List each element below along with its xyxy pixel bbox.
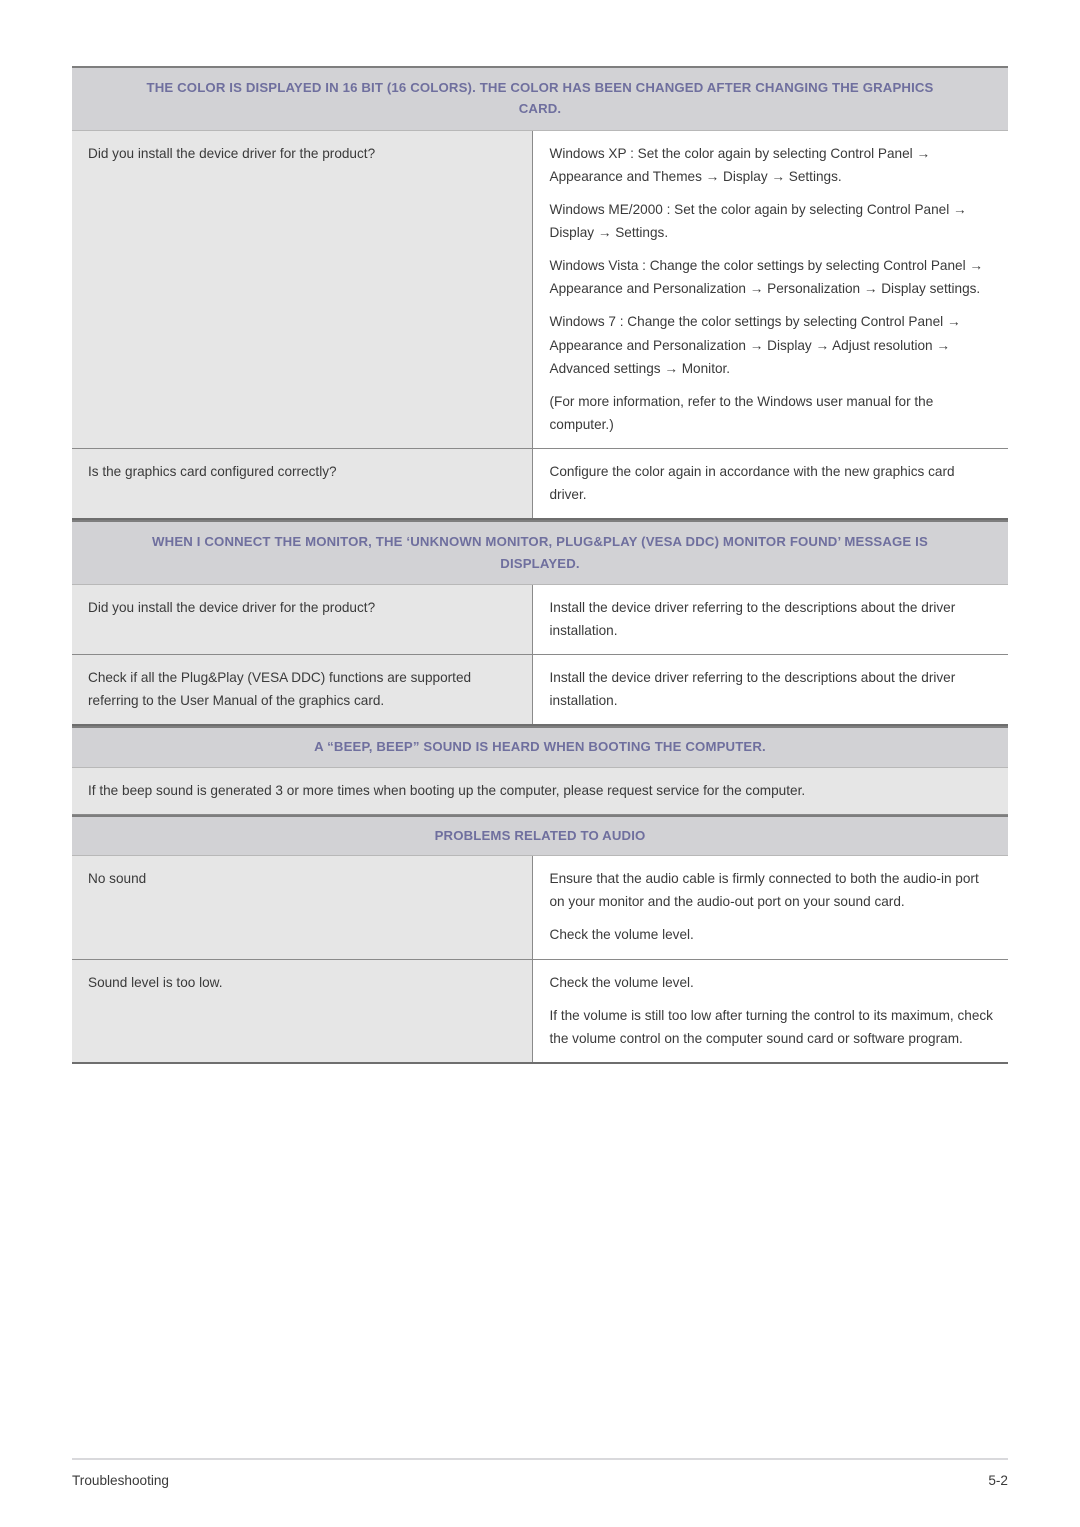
troubleshooting-table-color: THE COLOR IS DISPLAYED IN 16 BIT (16 COL… — [72, 65, 1008, 521]
section-heading-row: THE COLOR IS DISPLAYED IN 16 BIT (16 COL… — [72, 65, 1008, 131]
section-heading-plugplay: WHEN I CONNECT THE MONITOR, THE ‘UNKNOWN… — [72, 520, 1008, 585]
question-cell: Sound level is too low. — [72, 959, 532, 1064]
question-cell: Did you install the device driver for th… — [72, 584, 532, 656]
question-cell: Is the graphics card configured correctl… — [72, 448, 532, 521]
answer-paragraph: (For more information, refer to the Wind… — [549, 393, 934, 432]
answer-paragraph: Install the device driver referring to t… — [549, 670, 956, 709]
troubleshooting-table-beep: A “BEEP, BEEP” SOUND IS HEARD WHEN BOOTI… — [72, 726, 1008, 815]
answer-paragraph: Windows ME/2000 : Set the color again by… — [549, 201, 967, 241]
troubleshooting-content: THE COLOR IS DISPLAYED IN 16 BIT (16 COL… — [72, 65, 1009, 1064]
footer-row: Troubleshooting 5-2 — [72, 1460, 1008, 1488]
table-row: Check if all the Plug&Play (VESA DDC) fu… — [72, 654, 1008, 727]
question-cell: Did you install the device driver for th… — [72, 130, 532, 449]
answer-cell: Windows XP : Set the color again by sele… — [531, 130, 1008, 449]
answer-paragraph: Check the volume level. — [549, 927, 694, 943]
troubleshooting-table-audio: PROBLEMS RELATED TO AUDIO No sound Ensur… — [72, 814, 1009, 1064]
footer-page-number: 5-2 — [988, 1473, 1008, 1488]
table-row-note: If the beep sound is generated 3 or more… — [72, 767, 1008, 815]
section-heading-row: PROBLEMS RELATED TO AUDIO — [72, 814, 1009, 857]
section-heading-beep: A “BEEP, BEEP” SOUND IS HEARD WHEN BOOTI… — [72, 726, 1008, 768]
answer-paragraph: If the volume is still too low after tur… — [549, 1007, 993, 1046]
answer-paragraph: Ensure that the audio cable is firmly co… — [549, 871, 979, 910]
answer-paragraph: Windows 7 : Change the color settings by… — [549, 314, 961, 376]
answer-cell: Ensure that the audio cable is firmly co… — [531, 855, 1009, 960]
answer-paragraph: Configure the color again in accordance … — [549, 463, 955, 503]
section-heading-color: THE COLOR IS DISPLAYED IN 16 BIT (16 COL… — [72, 65, 1008, 131]
table-row: Did you install the device driver for th… — [72, 130, 1008, 449]
table-row: Did you install the device driver for th… — [72, 584, 1008, 656]
footer-section-label: Troubleshooting — [72, 1473, 169, 1488]
answer-cell: Check the volume level. If the volume is… — [531, 959, 1009, 1064]
answer-paragraph: Install the device driver referring to t… — [549, 599, 956, 639]
answer-cell: Install the device driver referring to t… — [531, 584, 1008, 656]
table-row: No sound Ensure that the audio cable is … — [72, 855, 1009, 960]
table-row: Is the graphics card configured correctl… — [72, 448, 1008, 521]
answer-paragraph: Windows XP : Set the color again by sele… — [549, 145, 931, 184]
section-heading-row: WHEN I CONNECT THE MONITOR, THE ‘UNKNOWN… — [72, 520, 1008, 585]
answer-paragraph: Check the volume level. — [549, 974, 694, 990]
section-heading-audio: PROBLEMS RELATED TO AUDIO — [72, 814, 1009, 857]
page-footer: Troubleshooting 5-2 — [72, 1458, 1008, 1488]
question-cell: No sound — [72, 855, 532, 960]
table-row: Sound level is too low. Check the volume… — [72, 959, 1009, 1064]
answer-paragraph: Windows Vista : Change the color setting… — [549, 258, 983, 297]
document-page: THE COLOR IS DISPLAYED IN 16 BIT (16 COL… — [0, 0, 1080, 1527]
troubleshooting-table-plugplay: WHEN I CONNECT THE MONITOR, THE ‘UNKNOWN… — [72, 520, 1008, 727]
answer-cell: Configure the color again in accordance … — [531, 448, 1008, 521]
question-cell: Check if all the Plug&Play (VESA DDC) fu… — [72, 654, 532, 727]
section-heading-row: A “BEEP, BEEP” SOUND IS HEARD WHEN BOOTI… — [72, 726, 1008, 768]
note-cell: If the beep sound is generated 3 or more… — [72, 767, 1008, 815]
answer-cell: Install the device driver referring to t… — [531, 654, 1008, 727]
